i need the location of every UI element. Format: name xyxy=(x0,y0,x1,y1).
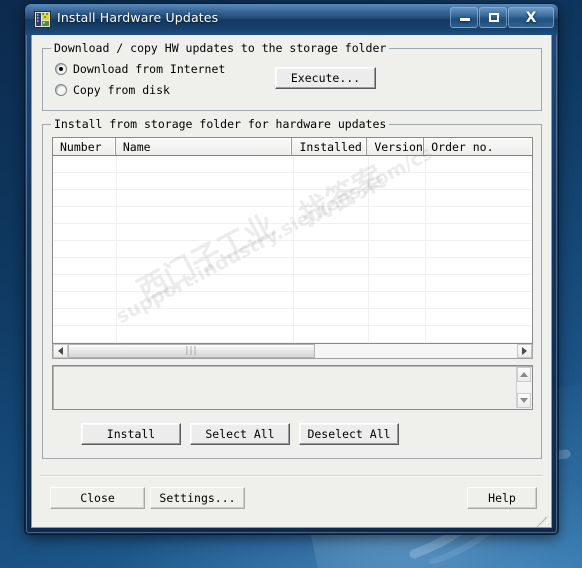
resize-grip[interactable] xyxy=(535,511,548,527)
table-horizontal-scrollbar[interactable]: ||| xyxy=(52,344,533,359)
chevron-left-icon xyxy=(58,347,63,355)
details-vertical-scrollbar[interactable] xyxy=(516,367,531,408)
minimize-icon xyxy=(460,18,470,21)
download-group-legend: Download / copy HW updates to the storag… xyxy=(51,41,390,55)
radio-copy-from-disk[interactable]: Copy from disk xyxy=(55,83,170,97)
close-icon: X xyxy=(525,9,537,26)
window-client-area: Download / copy HW updates to the storag… xyxy=(31,35,552,528)
title-bar[interactable]: Install Hardware Updates X xyxy=(25,4,558,35)
radio-indicator-internet xyxy=(55,63,67,75)
chevron-down-icon xyxy=(520,398,528,403)
close-button[interactable]: X xyxy=(508,7,554,28)
scroll-left-button[interactable] xyxy=(53,344,68,358)
radio-indicator-disk xyxy=(55,84,67,96)
application-window: Install Hardware Updates X Download / co… xyxy=(25,4,558,534)
scroll-up-button[interactable] xyxy=(517,367,531,382)
table-header-row: Number Name Installed Version Order no. xyxy=(53,138,532,156)
table-body[interactable] xyxy=(53,156,532,343)
radio-label-internet: Download from Internet xyxy=(73,62,226,76)
scroll-right-button[interactable] xyxy=(517,344,532,358)
window-controls: X xyxy=(449,7,554,28)
radio-download-from-internet[interactable]: Download from Internet xyxy=(55,62,225,76)
maximize-icon xyxy=(489,13,499,22)
column-header-order-no[interactable]: Order no. xyxy=(424,138,532,155)
scroll-down-button[interactable] xyxy=(517,393,531,408)
column-header-name[interactable]: Name xyxy=(115,138,293,155)
footer-separator xyxy=(40,475,543,477)
hardware-update-icon xyxy=(34,11,51,28)
scroll-grip-icon: ||| xyxy=(185,345,198,356)
update-details-panel[interactable] xyxy=(52,365,533,410)
chevron-right-icon xyxy=(522,347,527,355)
maximize-button[interactable] xyxy=(479,7,507,28)
deselect-all-button[interactable]: Deselect All xyxy=(299,423,399,445)
install-button[interactable]: Install xyxy=(81,423,181,445)
column-divider xyxy=(116,156,117,343)
close-button-footer[interactable]: Close xyxy=(50,487,145,509)
updates-table[interactable]: Number Name Installed Version Order no. xyxy=(52,137,533,344)
column-divider xyxy=(368,156,369,343)
help-button[interactable]: Help xyxy=(467,487,537,509)
column-header-installed[interactable]: Installed xyxy=(292,138,368,155)
minimize-button[interactable] xyxy=(450,7,478,28)
chevron-up-icon xyxy=(520,372,528,377)
column-header-version[interactable]: Version xyxy=(367,138,425,155)
column-divider xyxy=(425,156,426,343)
column-header-number[interactable]: Number xyxy=(53,138,116,155)
radio-label-disk: Copy from disk xyxy=(73,83,170,97)
select-all-button[interactable]: Select All xyxy=(190,423,290,445)
install-group-legend: Install from storage folder for hardware… xyxy=(51,117,390,131)
desktop-background: Install Hardware Updates X Download / co… xyxy=(0,0,582,568)
execute-button[interactable]: Execute... xyxy=(275,67,376,89)
hscroll-track[interactable]: ||| xyxy=(68,344,517,358)
window-title: Install Hardware Updates xyxy=(57,10,219,25)
install-group-box: Install from storage folder for hardware… xyxy=(42,117,542,459)
download-group-box: Download / copy HW updates to the storag… xyxy=(42,41,542,111)
settings-button[interactable]: Settings... xyxy=(150,487,245,509)
hscroll-thumb[interactable]: ||| xyxy=(68,344,315,358)
column-divider xyxy=(293,156,294,343)
